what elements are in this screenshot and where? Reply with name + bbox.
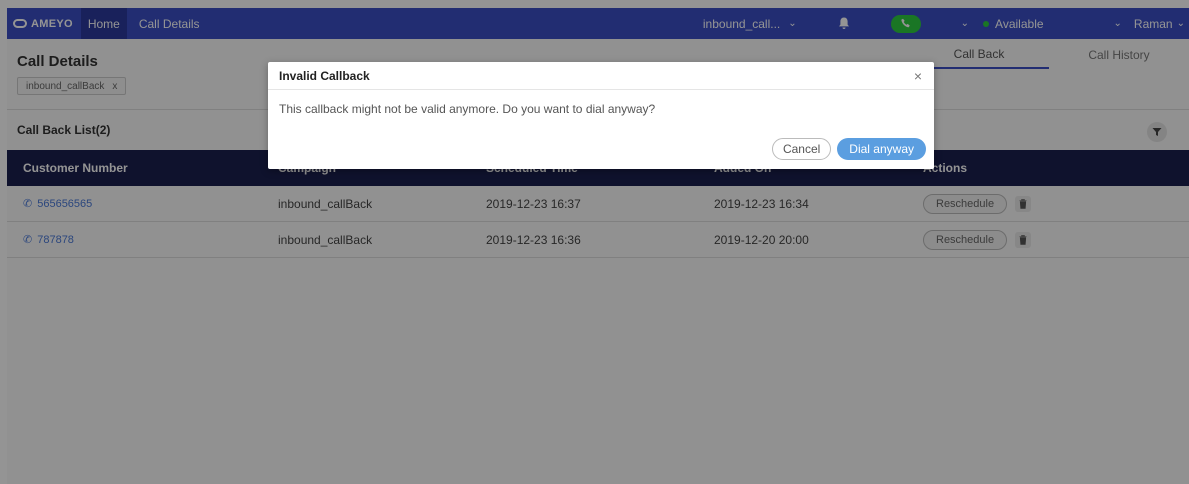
dial-anyway-button[interactable]: Dial anyway — [837, 138, 926, 160]
dialog-message: This callback might not be valid anymore… — [279, 102, 656, 116]
invalid-callback-dialog: Invalid Callback × This callback might n… — [268, 62, 934, 169]
dialog-title: Invalid Callback — [279, 68, 370, 83]
close-icon[interactable]: × — [914, 68, 922, 84]
dialog-header: Invalid Callback × — [268, 62, 934, 90]
dialog-footer: Cancel Dial anyway — [771, 138, 926, 160]
cancel-button[interactable]: Cancel — [771, 138, 832, 160]
